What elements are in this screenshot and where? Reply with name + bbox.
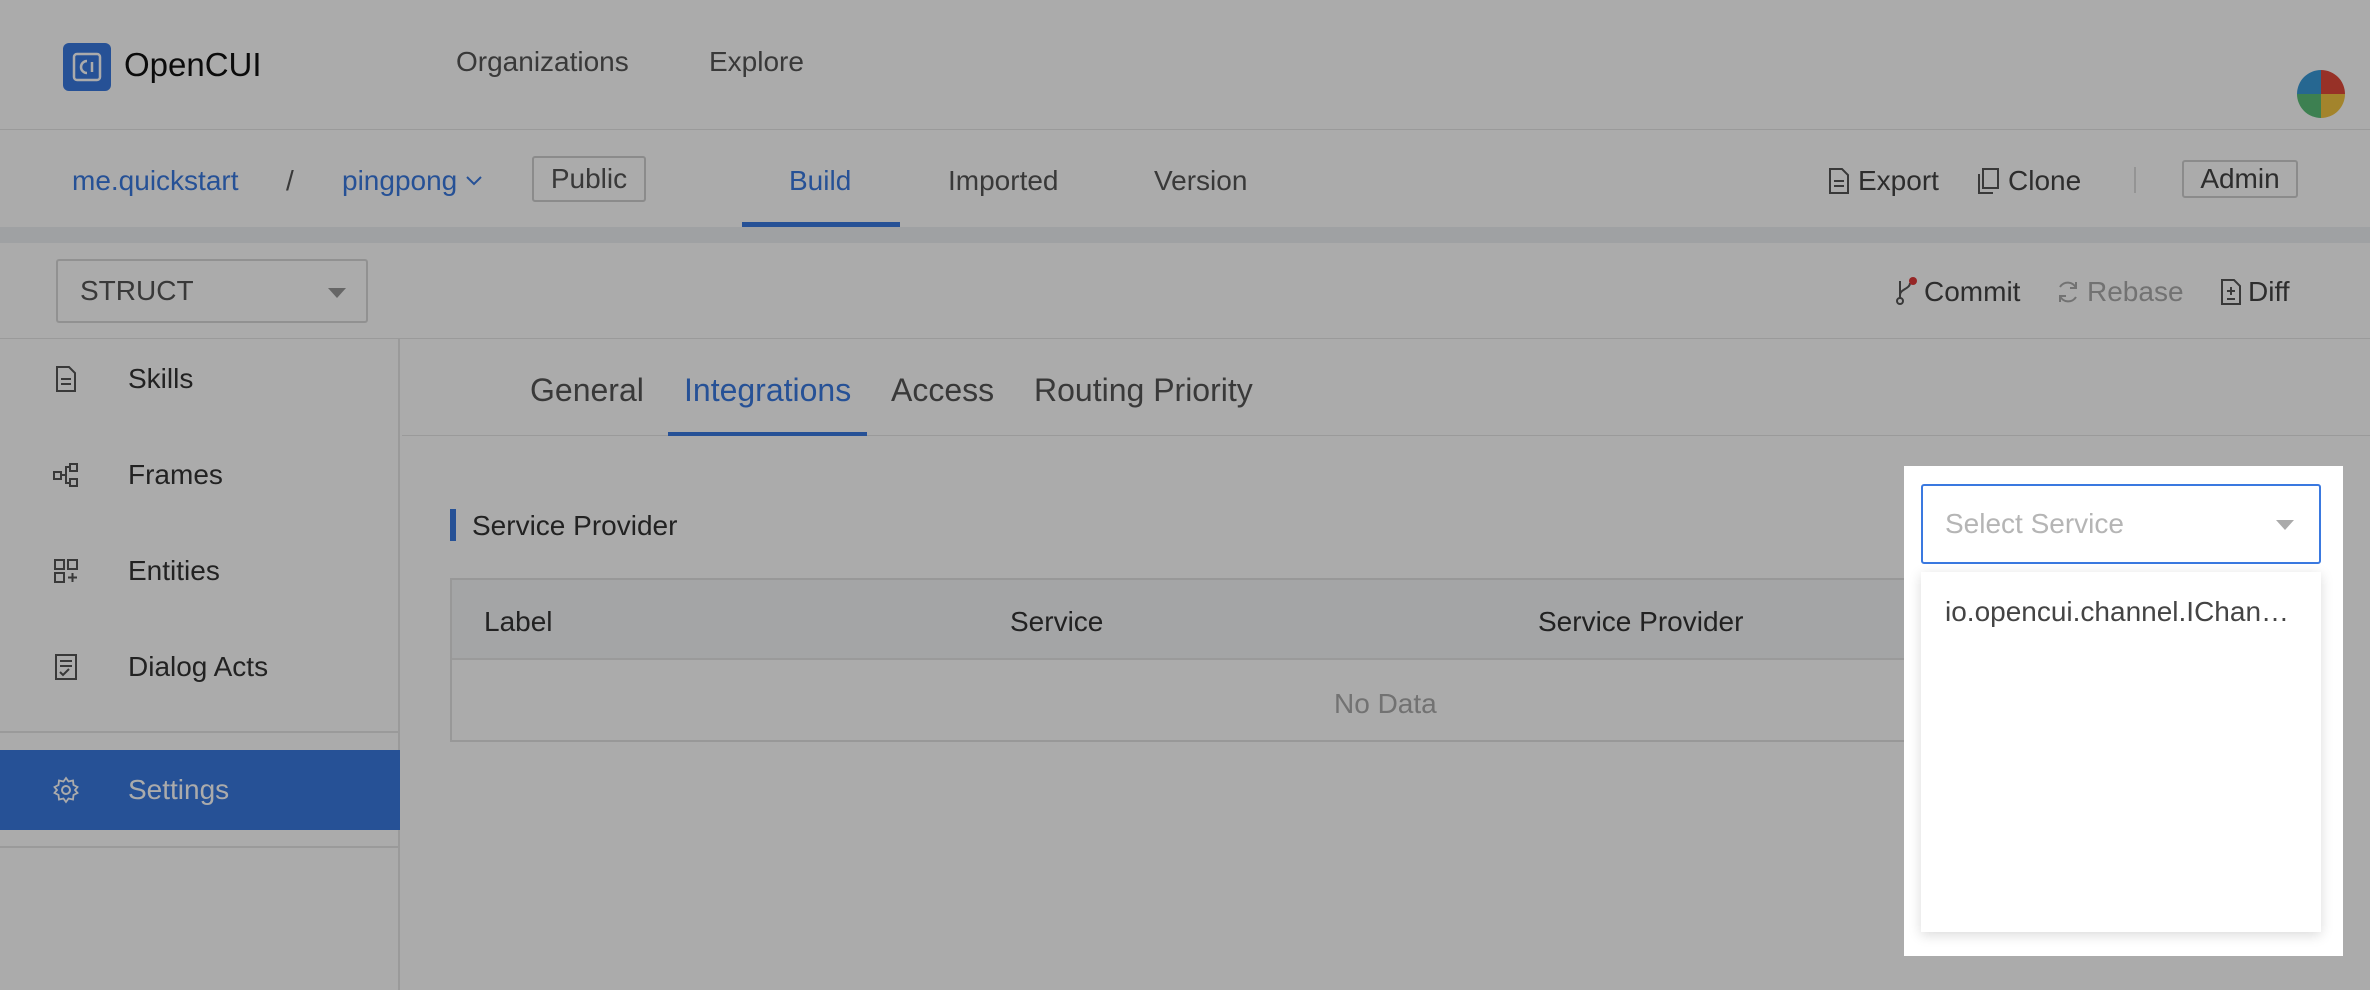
service-option[interactable]: io.opencui.channel.IChan… (1945, 596, 2305, 628)
service-select[interactable]: Select Service (1921, 484, 2321, 564)
caret-down-icon (2276, 520, 2294, 530)
service-dropdown: io.opencui.channel.IChan… (1921, 572, 2321, 932)
